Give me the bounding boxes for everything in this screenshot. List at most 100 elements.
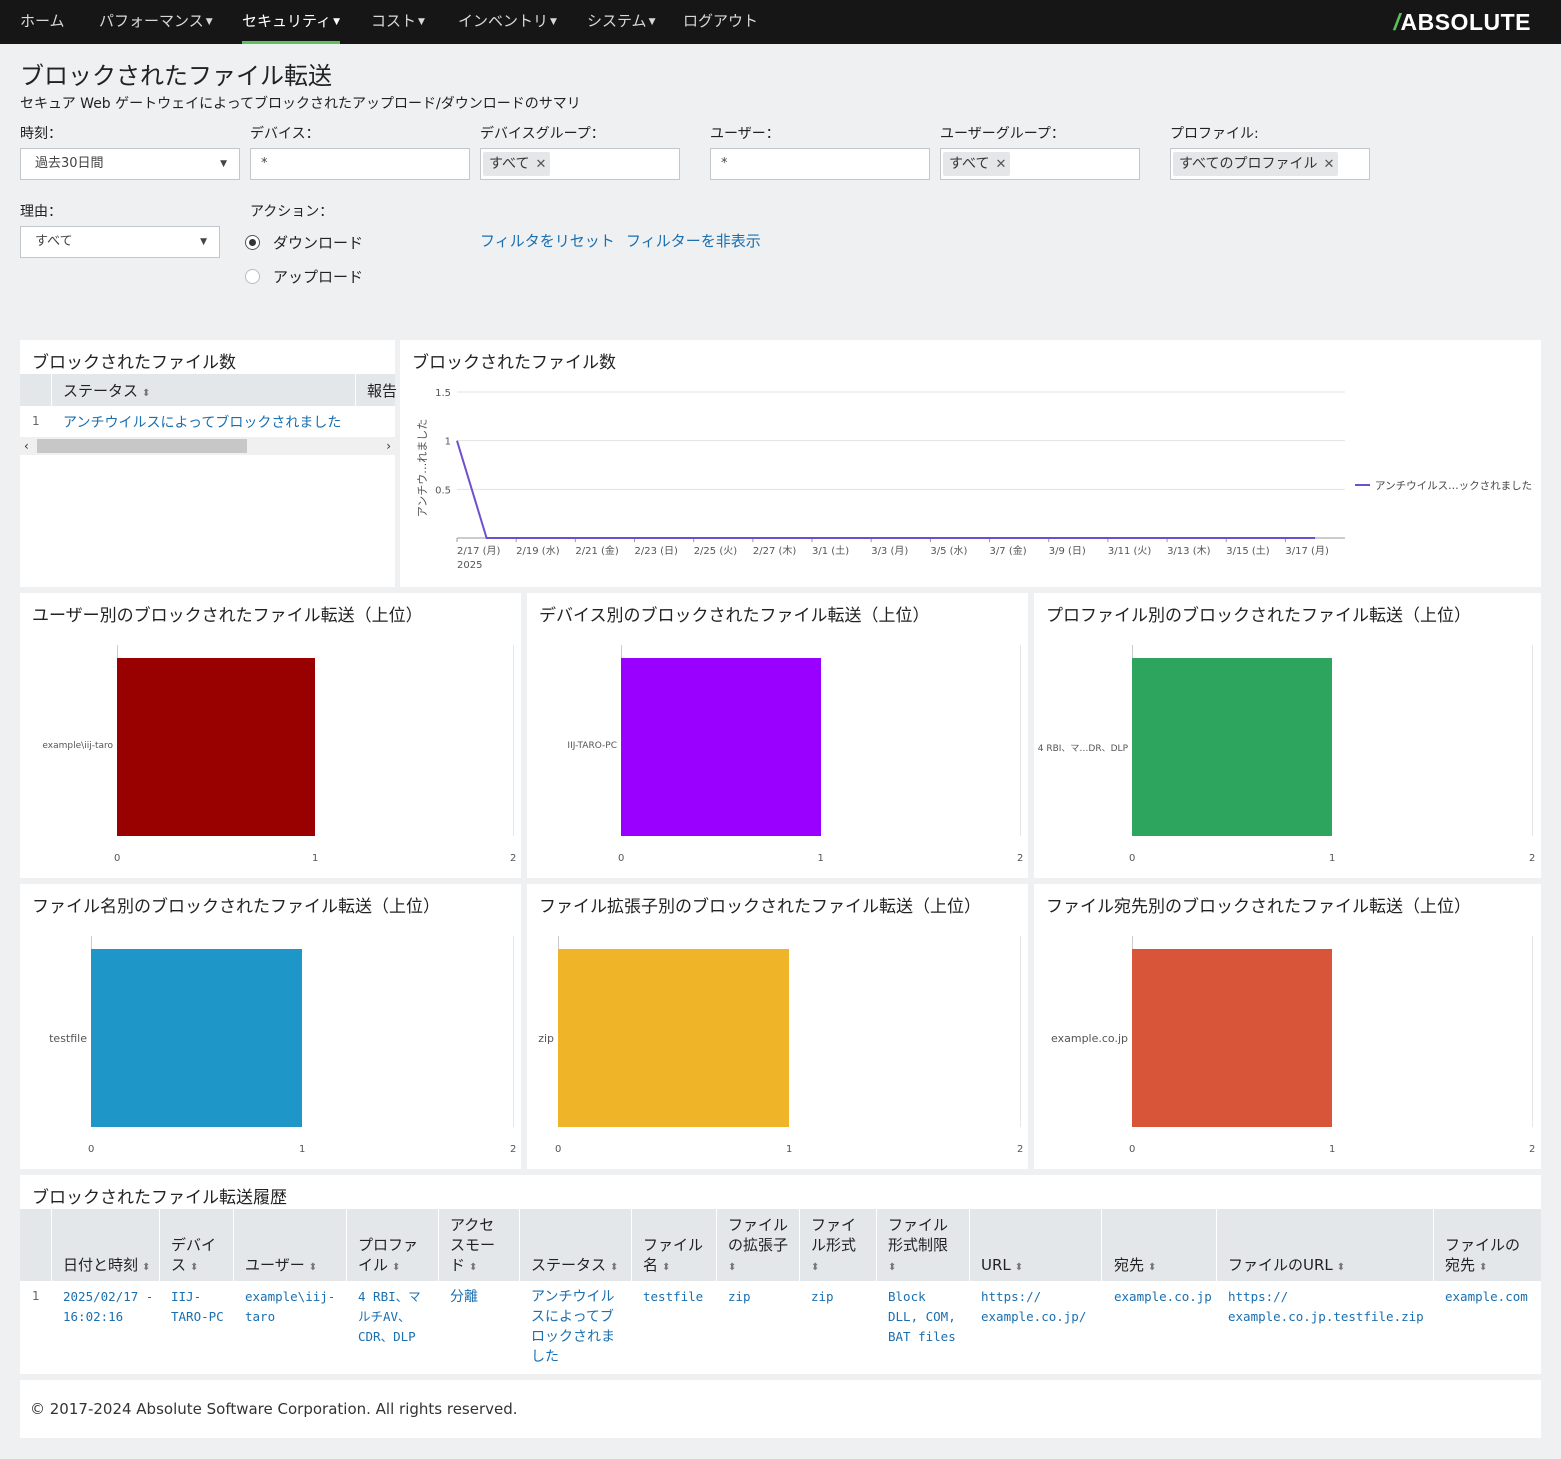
column-header-status[interactable]: ステータス ⬍ [63,380,150,401]
time-select-value: 過去30日間 [35,156,104,171]
x-tick-label: 0 [555,1144,562,1155]
column-header-status[interactable]: ステータス ⬍ [531,1255,618,1278]
sort-icon: ⬍ [1479,1262,1488,1273]
nav-logout[interactable]: ログアウト [683,0,758,44]
line-chart: 1.5 1 0.5 2/17 (月) 2/19 (水) 2/21 (金) 2/23 (日) 2… [416,388,1532,571]
column-header-label: ファイルの [1445,1236,1521,1254]
cell-line: IIJ- [171,1289,202,1304]
column-header-datetime[interactable]: 日付と時刻 ⬍ [63,1255,150,1278]
column-header-profile[interactable]: プロファ イル ⬍ [358,1235,418,1278]
close-icon[interactable]: ✕ [535,157,546,172]
nav-home[interactable]: ホーム [20,0,65,44]
action-download-radio[interactable]: ダウンロード [245,232,363,253]
reason-select[interactable]: すべて ▼ [20,226,220,258]
chevron-down-icon: ▼ [333,17,341,27]
access-mode-cell[interactable]: 分離 [450,1287,478,1307]
filename-cell[interactable]: testfile [643,1287,703,1307]
datetime-cell[interactable]: 2025/02/17 - 16:02:16 [63,1287,153,1327]
gridline [1020,645,1021,836]
x-tick-label: 2 [1017,853,1024,864]
column-divider [355,374,356,406]
user-input[interactable]: * [710,148,930,180]
restriction-cell[interactable]: Block DLL, COM, BAT files [888,1287,956,1347]
cell-line: example.co.jp.testfile.zip [1228,1309,1424,1324]
sort-icon: ⬍ [662,1262,671,1273]
column-header-device[interactable]: デバイス ⬍ [171,1235,216,1278]
scrollbar-thumb[interactable] [37,439,247,453]
profile-tag-label: すべてのプロファイル [1179,156,1318,172]
column-header-label: 名 [643,1256,659,1274]
bar[interactable] [117,658,315,836]
column-header-file-url[interactable]: ファイルのURL ⬍ [1228,1255,1345,1278]
column-header-extension[interactable]: ファイル の拡張子 ⬍ [728,1215,788,1278]
x-tick-label: 1 [1329,853,1336,864]
user-cell[interactable]: example\iij-taro [245,1287,335,1327]
nav-system[interactable]: システム ▼ [587,0,655,44]
horizontal-scrollbar[interactable]: ‹ › [20,437,395,455]
extension-cell[interactable]: zip [728,1287,751,1307]
column-header-restriction[interactable]: ファイル 形式制限 ⬍ [888,1215,948,1278]
device-cell[interactable]: IIJ- TARO-PC [171,1287,224,1327]
column-header-file-destination[interactable]: ファイルの 宛先 ⬍ [1445,1235,1520,1278]
bar[interactable] [558,949,789,1127]
x-tick-label: 3/13 (木) [1167,545,1211,557]
column-header-url[interactable]: URL ⬍ [981,1255,1023,1278]
close-icon[interactable]: ✕ [1323,157,1334,172]
chevron-down-icon: ▼ [220,159,227,169]
column-header-label: 報告 [367,382,398,400]
file-url-cell[interactable]: https:// example.co.jp.testfile.zip [1228,1287,1424,1327]
profile-cell[interactable]: 4 RBI、マ ルチAV、 CDR、DLP [358,1287,421,1347]
scroll-left-icon[interactable]: ‹ [24,437,29,455]
bar[interactable] [621,658,821,836]
reset-filters-link[interactable]: フィルタをリセット [480,230,615,251]
nav-security[interactable]: セキュリティ ▼ [242,0,341,44]
nav-performance[interactable]: パフォーマンス ▼ [99,0,213,44]
nav-inventory[interactable]: インベントリ ▼ [458,0,557,44]
device-input[interactable]: * [250,148,470,180]
hide-filters-link[interactable]: フィルターを非表示 [626,230,761,251]
column-header-report[interactable]: 報告 [367,380,397,401]
blocked-count-table-panel: ブロックされたファイル数 ステータス ⬍ 報告 1 アンチウイルスによってブロック… [20,340,397,587]
user-group-input[interactable]: すべて ✕ [940,148,1140,180]
column-header-access-mode[interactable]: アクセ スモード ⬍ [450,1215,495,1278]
panel-title: デバイス別のブロックされたファイル転送（上位） [539,606,930,626]
file-destination-cell[interactable]: example.com [1445,1287,1528,1307]
bar[interactable] [1132,658,1332,836]
time-select[interactable]: 過去30日間 ▼ [20,148,240,180]
x-year-label: 2025 [457,560,482,571]
user-label: ユーザー： [710,126,780,142]
destination-cell[interactable]: example.co.jp [1114,1287,1212,1307]
status-cell[interactable]: アンチウイルスによってブロックされました [531,1287,615,1367]
column-header-label: ファイル [728,1216,789,1234]
profile-input[interactable]: すべてのプロファイル ✕ [1170,148,1370,180]
action-upload-radio[interactable]: アップロード [245,266,363,287]
column-header-label: URL [981,1256,1011,1274]
status-cell[interactable]: アンチウイルスによってブロックされました [63,412,341,432]
nav-cost[interactable]: コスト ▼ [371,0,425,44]
bar[interactable] [91,949,302,1127]
format-cell[interactable]: zip [811,1287,834,1307]
cell-line: TARO-PC [171,1309,224,1324]
device-group-tag-label: すべて [489,156,530,172]
y-tick-label: 1.5 [435,388,451,399]
x-tick-label: 2 [1017,1144,1024,1155]
gridline [1532,936,1533,1127]
x-tick-label: 1 [1329,1144,1336,1155]
sort-icon: ⬍ [728,1262,737,1273]
column-header-label: アクセ [450,1216,495,1234]
close-icon[interactable]: ✕ [995,157,1006,172]
column-divider [519,1209,520,1281]
sort-icon: ⬍ [888,1262,897,1273]
cell-line: 4 RBI、マ [358,1289,421,1304]
cell-line: https:// [1228,1289,1289,1304]
column-header-format[interactable]: ファイ ル形式 ⬍ [811,1215,856,1278]
column-header-user[interactable]: ユーザー ⬍ [245,1255,317,1278]
device-group-input[interactable]: すべて ✕ [480,148,680,180]
column-header-filename[interactable]: ファイル名 ⬍ [643,1235,703,1278]
x-tick-label: 0 [114,853,121,864]
bar[interactable] [1132,949,1332,1127]
column-header-destination[interactable]: 宛先 ⬍ [1114,1255,1156,1278]
url-cell[interactable]: https:// example.co.jp/ [981,1287,1086,1327]
scroll-right-icon[interactable]: › [386,437,391,455]
gridline [1020,936,1021,1127]
